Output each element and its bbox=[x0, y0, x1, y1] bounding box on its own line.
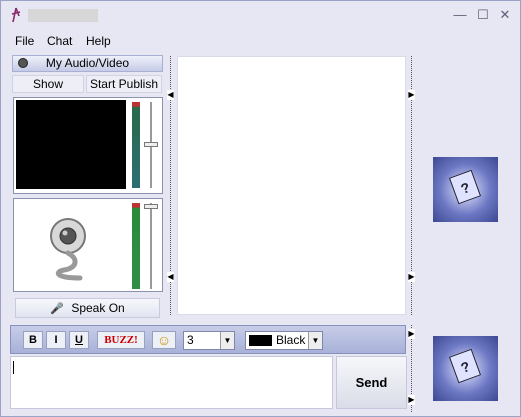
remote-video-frame bbox=[13, 97, 163, 194]
underline-button[interactable]: U bbox=[69, 331, 89, 349]
mic-level-meter bbox=[132, 203, 140, 289]
app-window: — ☐ ✕ File Chat Help My Audio/Video Show… bbox=[0, 0, 521, 417]
collapse-right-arrow-bottom[interactable]: ▶ bbox=[408, 272, 415, 282]
help-cube-image: ? bbox=[433, 157, 498, 222]
menu-help[interactable]: Help bbox=[86, 34, 111, 48]
title-bar[interactable]: — ☐ ✕ bbox=[1, 1, 520, 31]
menu-file[interactable]: File bbox=[15, 34, 34, 48]
color-swatch bbox=[249, 335, 272, 346]
italic-button[interactable]: I bbox=[46, 331, 66, 349]
mic-slider-track[interactable] bbox=[150, 203, 152, 289]
microphone-icon: 🎤 bbox=[50, 303, 64, 315]
start-publish-button[interactable]: Start Publish bbox=[86, 75, 162, 93]
menu-bar: File Chat Help bbox=[1, 32, 520, 52]
volume-slider-thumb[interactable] bbox=[144, 142, 158, 147]
text-caret bbox=[13, 361, 14, 374]
local-video-frame bbox=[13, 198, 163, 292]
collapse-left-arrow[interactable]: ◀ bbox=[167, 90, 174, 100]
help-cube-glyph: ? bbox=[448, 348, 482, 384]
minimize-icon[interactable]: — bbox=[452, 7, 468, 23]
horizontal-separator[interactable] bbox=[1, 319, 520, 323]
bold-button[interactable]: B bbox=[23, 331, 43, 349]
buzz-button[interactable]: BUZZ! bbox=[97, 331, 145, 349]
speaker-icon bbox=[18, 58, 28, 68]
window-title-obscured bbox=[28, 9, 98, 22]
text-color-select[interactable]: Black ▼ bbox=[245, 331, 323, 350]
menu-chat[interactable]: Chat bbox=[47, 34, 72, 48]
chevron-down-icon[interactable]: ▼ bbox=[308, 332, 322, 349]
my-audio-video-header[interactable]: My Audio/Video bbox=[12, 55, 163, 72]
font-size-select[interactable]: 3 ▼ bbox=[183, 331, 235, 350]
message-input[interactable] bbox=[10, 356, 333, 409]
maximize-icon[interactable]: ☐ bbox=[475, 7, 491, 23]
smiley-icon[interactable]: ☺ bbox=[152, 331, 176, 349]
send-button[interactable]: Send bbox=[336, 356, 407, 409]
remote-video-screen bbox=[16, 100, 126, 189]
font-size-value: 3 bbox=[187, 333, 194, 347]
left-splitter[interactable]: ◀ ◀ bbox=[167, 56, 174, 315]
show-button[interactable]: Show bbox=[12, 75, 84, 93]
my-audio-video-label: My Audio/Video bbox=[45, 56, 130, 70]
chat-history-area[interactable] bbox=[177, 56, 406, 315]
text-color-value: Black bbox=[276, 333, 306, 347]
webcam-image bbox=[50, 218, 86, 281]
help-cube-glyph: ? bbox=[448, 169, 482, 205]
mic-slider-thumb[interactable] bbox=[144, 204, 158, 209]
close-icon[interactable]: ✕ bbox=[497, 7, 513, 23]
speak-on-label: Speak On bbox=[71, 301, 125, 315]
collapse-input-arrow[interactable]: ▶ bbox=[408, 329, 415, 339]
collapse-left-arrow-bottom[interactable]: ◀ bbox=[167, 272, 174, 282]
right-splitter[interactable]: ▶ ▶ bbox=[408, 56, 415, 315]
speak-on-button[interactable]: 🎤 Speak On bbox=[15, 298, 160, 318]
collapse-right-arrow[interactable]: ▶ bbox=[408, 90, 415, 100]
chevron-down-icon[interactable]: ▼ bbox=[220, 332, 234, 349]
formatting-toolbar: B I U BUZZ! ☺ 3 ▼ Black ▼ bbox=[10, 325, 406, 354]
app-icon bbox=[11, 7, 21, 23]
audio-level-meter bbox=[132, 102, 140, 188]
input-right-splitter[interactable]: ▶ ▶ bbox=[408, 325, 415, 412]
help-cube-image: ? bbox=[433, 336, 498, 401]
collapse-input-arrow-bottom[interactable]: ▶ bbox=[408, 395, 415, 405]
